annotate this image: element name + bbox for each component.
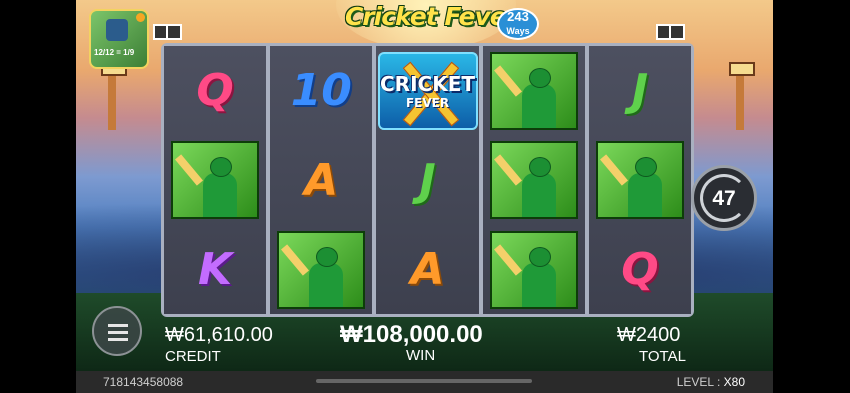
level-indicator: LEVEL : X80 bbox=[677, 375, 745, 389]
reel-cell bbox=[483, 49, 585, 132]
total-bet-value[interactable]: ₩2400 bbox=[617, 324, 680, 347]
batsman-symbol-icon bbox=[595, 141, 684, 219]
reel-cell bbox=[483, 139, 585, 222]
symbol-k: K bbox=[198, 244, 233, 295]
symbol-j: J bbox=[631, 65, 649, 116]
camera-icon bbox=[153, 24, 182, 40]
reel-board: Q K 10 A CRICKET FEVER J A J Q bbox=[161, 43, 694, 317]
ways-word: Ways bbox=[506, 26, 530, 36]
reel-cell: CRICKET FEVER bbox=[376, 49, 478, 132]
reel-cell: A bbox=[270, 139, 372, 222]
menu-icon-line bbox=[108, 331, 128, 334]
level-value: X80 bbox=[723, 375, 745, 389]
reel-cell: J bbox=[376, 139, 478, 222]
spin-button[interactable]: 47 bbox=[691, 165, 757, 231]
home-indicator bbox=[316, 379, 532, 383]
reel-1: QK bbox=[164, 46, 267, 314]
game-thumbnail-text: 12/12 = 1/9 bbox=[94, 48, 135, 57]
reel-cell bbox=[589, 139, 691, 222]
batsman-symbol-icon bbox=[489, 230, 578, 309]
menu-icon-line bbox=[108, 338, 128, 341]
symbol-q: Q bbox=[621, 244, 659, 295]
reels: Q K 10 A CRICKET FEVER J A J Q bbox=[164, 46, 692, 314]
floodlight-icon bbox=[729, 62, 755, 76]
total-bet-label: TOTAL bbox=[639, 348, 686, 365]
reel-4 bbox=[482, 46, 585, 314]
wild-symbol: CRICKET FEVER bbox=[377, 51, 478, 130]
symbol-q: Q bbox=[196, 65, 234, 116]
floodlight-pole bbox=[736, 70, 744, 130]
menu-icon bbox=[108, 324, 128, 327]
symbol-10: 10 bbox=[290, 65, 352, 116]
spin-count: 47 bbox=[712, 187, 736, 210]
batsman-symbol-icon bbox=[489, 141, 578, 219]
batsman-symbol-icon bbox=[171, 141, 260, 219]
credit-label: CREDIT bbox=[165, 348, 221, 365]
game-thumbnail-icon bbox=[106, 19, 128, 41]
reel-5: JQ bbox=[588, 46, 692, 314]
reel-cell: Q bbox=[589, 228, 691, 311]
player-id: 718143458088 bbox=[103, 375, 184, 389]
game-stage: 12/12 = 1/9 Cricket Fever 243 Ways Q K 10 A… bbox=[76, 0, 773, 393]
credit-value: ₩61,610.00 bbox=[165, 324, 273, 346]
reel-cell: Q bbox=[164, 49, 266, 132]
menu-button[interactable] bbox=[92, 306, 142, 356]
reel-cell: 10 bbox=[270, 49, 372, 132]
reel-cell: J bbox=[589, 49, 691, 132]
game-logo: Cricket Fever 243 Ways bbox=[331, 2, 539, 42]
reel-cell: K bbox=[164, 228, 266, 311]
level-label: LEVEL : bbox=[676, 375, 721, 389]
win-label: WIN bbox=[406, 347, 436, 364]
reel-cell bbox=[270, 228, 372, 311]
wild-line-2: FEVER bbox=[405, 95, 450, 110]
ways-number: 243 bbox=[507, 9, 529, 24]
symbol-j: J bbox=[419, 154, 436, 206]
reel-cell bbox=[483, 228, 585, 311]
floodlight-pole bbox=[108, 70, 116, 130]
batsman-symbol-icon bbox=[489, 51, 578, 130]
wild-line-1: CRICKET bbox=[380, 71, 475, 96]
reel-cell: A bbox=[376, 228, 478, 311]
reel-cell bbox=[164, 139, 266, 222]
batsman-symbol-icon bbox=[277, 230, 366, 309]
ways-badge: 243 Ways bbox=[497, 8, 539, 40]
symbol-a: A bbox=[410, 244, 445, 295]
camera-icon bbox=[656, 24, 685, 40]
status-bar: 718143458088 LEVEL : X80 bbox=[76, 371, 773, 393]
logo-title: Cricket Fever bbox=[344, 2, 518, 31]
reel-2: 10 A bbox=[270, 46, 373, 314]
symbol-a: A bbox=[304, 154, 339, 206]
game-thumbnail-button[interactable]: 12/12 = 1/9 bbox=[89, 9, 149, 69]
win-value: ₩108,000.00 bbox=[340, 321, 483, 348]
reel-3: CRICKET FEVER J A bbox=[376, 46, 479, 314]
notification-dot bbox=[136, 13, 145, 22]
